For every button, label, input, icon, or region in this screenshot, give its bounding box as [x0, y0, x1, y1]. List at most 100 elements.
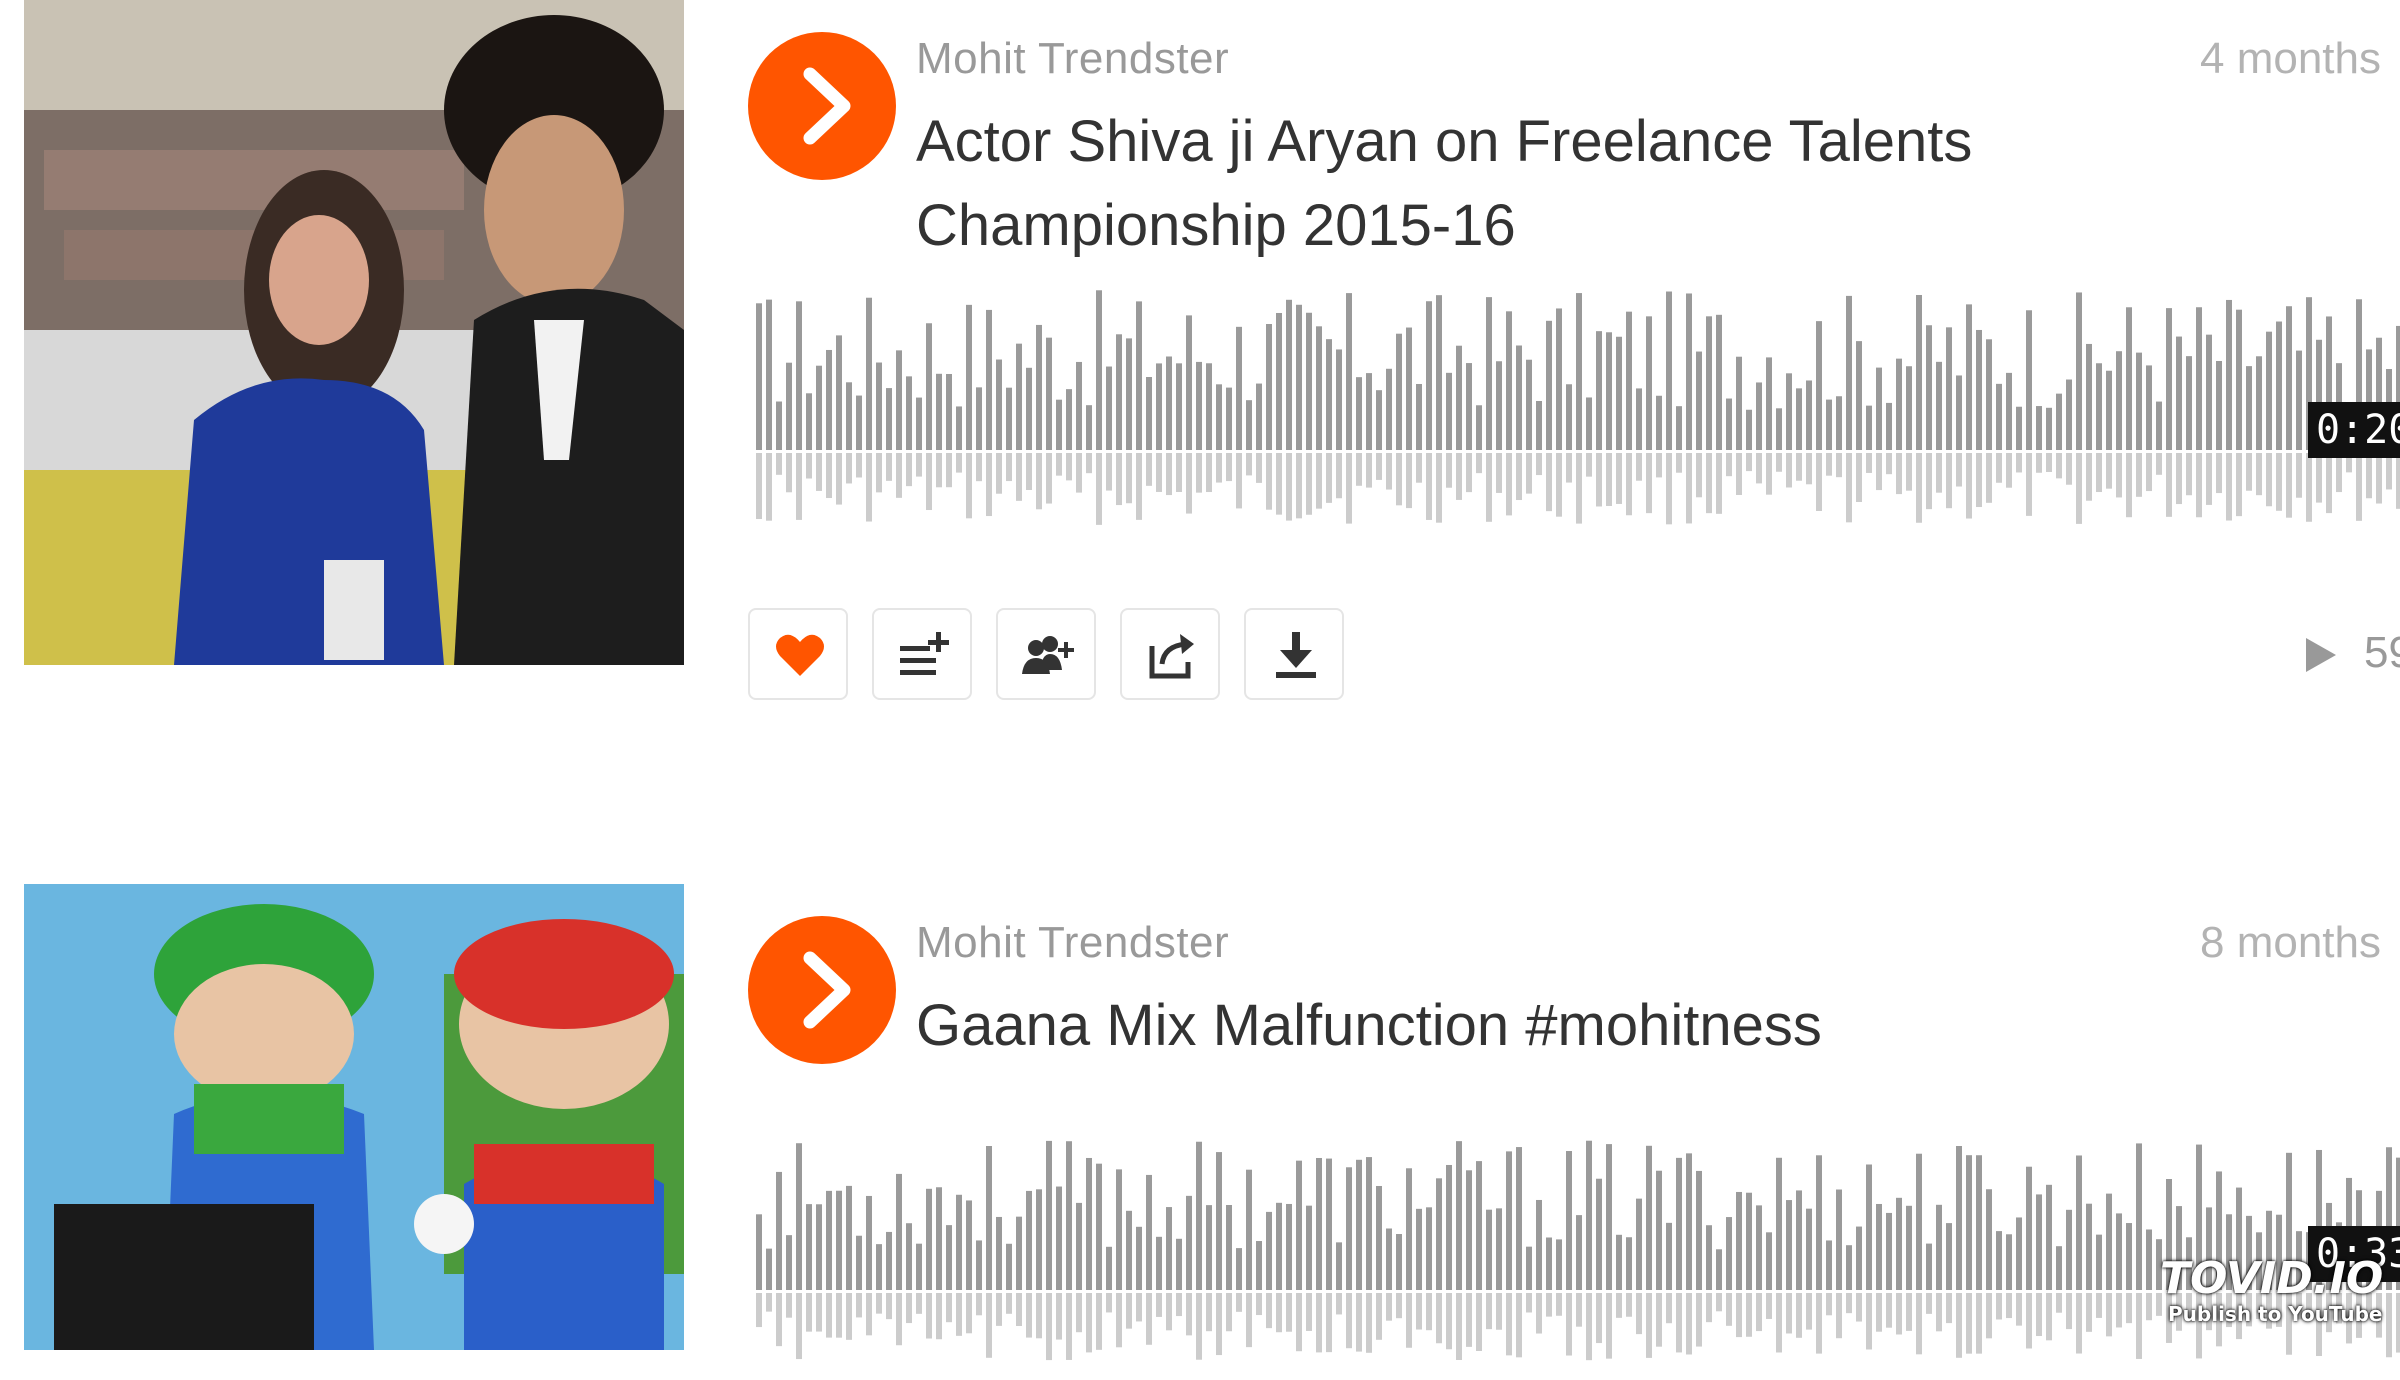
add-to-playlist-button[interactable]: [872, 608, 972, 700]
waveform-bar: [1306, 312, 1312, 450]
waveform-bar: [1206, 1205, 1212, 1290]
waveform-bar: [1576, 1215, 1582, 1290]
waveform-bar-reflection: [1796, 1293, 1802, 1338]
waveform-bar: [1456, 1141, 1462, 1290]
waveform-bar: [1656, 1170, 1662, 1290]
waveform-bar: [1056, 1186, 1062, 1290]
waveform-bar-reflection: [956, 453, 962, 473]
waveform-bar: [1516, 1147, 1522, 1290]
waveform[interactable]: [756, 1140, 2400, 1380]
waveform-bar-reflection: [1526, 453, 1532, 494]
waveform-bar: [966, 304, 972, 450]
waveform-bar-reflection: [1496, 1293, 1502, 1330]
share-button[interactable]: [1120, 608, 1220, 700]
waveform-bar-reflection: [1846, 453, 1852, 523]
waveform-bar: [1766, 357, 1772, 450]
waveform-bar-reflection: [916, 453, 922, 477]
waveform-bar-reflection: [1976, 1293, 1982, 1354]
waveform-bar: [1096, 1163, 1102, 1290]
waveform-bar: [1136, 1226, 1142, 1290]
waveform-bar: [1376, 390, 1382, 450]
waveform-bar-reflection: [1086, 1293, 1092, 1353]
waveform-bar: [1066, 389, 1072, 450]
waveform-bar-reflection: [2296, 453, 2302, 498]
waveform-bar: [1596, 331, 1602, 450]
waveform-bar-reflection: [1316, 1293, 1322, 1353]
watermark-text: TOVID.IO: [2160, 1253, 2384, 1304]
waveform-bar-reflection: [1416, 1293, 1422, 1330]
waveform-bar-reflection: [1726, 453, 1732, 477]
waveform-bar-reflection: [1516, 453, 1522, 501]
track-artwork[interactable]: [24, 884, 684, 1350]
waveform-bar: [1556, 308, 1562, 450]
waveform-bar: [1166, 1207, 1172, 1290]
waveform-bar: [2236, 309, 2242, 450]
waveform-bar-reflection: [1246, 1293, 1252, 1348]
waveform-bar: [1226, 1205, 1232, 1290]
waveform-bar-reflection: [1186, 1293, 1192, 1336]
waveform-bar-reflection: [1566, 1293, 1572, 1356]
waveform-bar: [1446, 1164, 1452, 1290]
waveform-bar-reflection: [1576, 453, 1582, 524]
track-title[interactable]: Actor Shiva ji Aryan on Freelance Talent…: [916, 100, 2176, 268]
uploader-name[interactable]: Mohit Trendster: [916, 34, 1229, 84]
play-button[interactable]: [748, 916, 896, 1064]
waveform-bar-reflection: [1296, 453, 1302, 519]
waveform-bar-reflection: [1786, 453, 1792, 488]
waveform-bar-reflection: [1406, 453, 1412, 509]
waveform-bar: [926, 1188, 932, 1290]
waveform-bar: [1446, 372, 1452, 450]
waveform-bar: [1736, 1191, 1742, 1290]
waveform-bar: [816, 1204, 822, 1290]
waveform-bar: [2126, 307, 2132, 450]
download-button[interactable]: [1244, 608, 1344, 700]
waveform-bar-reflection: [1586, 453, 1592, 477]
waveform-bar-reflection: [1816, 453, 1822, 511]
waveform-bar-reflection: [1626, 1293, 1632, 1317]
waveform-bar: [1726, 1217, 1732, 1290]
waveform-bar: [1426, 301, 1432, 450]
waveform-bar: [1106, 1246, 1112, 1290]
waveform-bar: [1396, 1234, 1402, 1290]
waveform-bar-reflection: [1436, 1293, 1442, 1344]
waveform[interactable]: [756, 290, 2400, 530]
waveform-bar-reflection: [856, 453, 862, 478]
waveform-bar-reflection: [1786, 1293, 1792, 1334]
waveform-bar-reflection: [1246, 453, 1252, 476]
waveform-bar-reflection: [1336, 453, 1342, 499]
waveform-bar-reflection: [1306, 453, 1312, 515]
waveform-bar-reflection: [1336, 1293, 1342, 1315]
waveform-bar-reflection: [1376, 453, 1382, 480]
waveform-bar: [1696, 1170, 1702, 1290]
waveform-bar-reflection: [906, 1293, 912, 1324]
like-button[interactable]: [748, 608, 848, 700]
waveform-bar-reflection: [816, 453, 822, 491]
waveform-bar: [1296, 304, 1302, 450]
track-artwork[interactable]: [24, 0, 684, 665]
waveform-bar-reflection: [1206, 1293, 1212, 1332]
waveform-bar-reflection: [1016, 1293, 1022, 1327]
play-button[interactable]: [748, 32, 896, 180]
uploader-name[interactable]: Mohit Trendster: [916, 918, 1229, 968]
waveform-bar-reflection: [1746, 1293, 1752, 1337]
waveform-bar: [2146, 1229, 2152, 1290]
waveform-bar-reflection: [1916, 453, 1922, 523]
waveform-bar: [2256, 356, 2262, 450]
waveform-bar: [1086, 405, 1092, 450]
waveform-bar: [1826, 399, 1832, 450]
follow-button[interactable]: [996, 608, 1096, 700]
waveform-bar-reflection: [1966, 1293, 1972, 1354]
waveform-bar-reflection: [966, 453, 972, 519]
track-title[interactable]: Gaana Mix Malfunction #mohitness: [916, 984, 2176, 1068]
waveform-bar-reflection: [1346, 453, 1352, 524]
waveform-bar: [1896, 358, 1902, 450]
waveform-bar: [1556, 1239, 1562, 1290]
waveform-bar: [1456, 345, 1462, 450]
waveform-bar: [2066, 1209, 2072, 1290]
waveform-bar: [2266, 331, 2272, 450]
waveform-bar-reflection: [1886, 1293, 1892, 1328]
waveform-bar: [1156, 363, 1162, 450]
waveform-bar-reflection: [2116, 1293, 2122, 1328]
waveform-bar-reflection: [886, 453, 892, 481]
waveform-bar: [1256, 383, 1262, 450]
